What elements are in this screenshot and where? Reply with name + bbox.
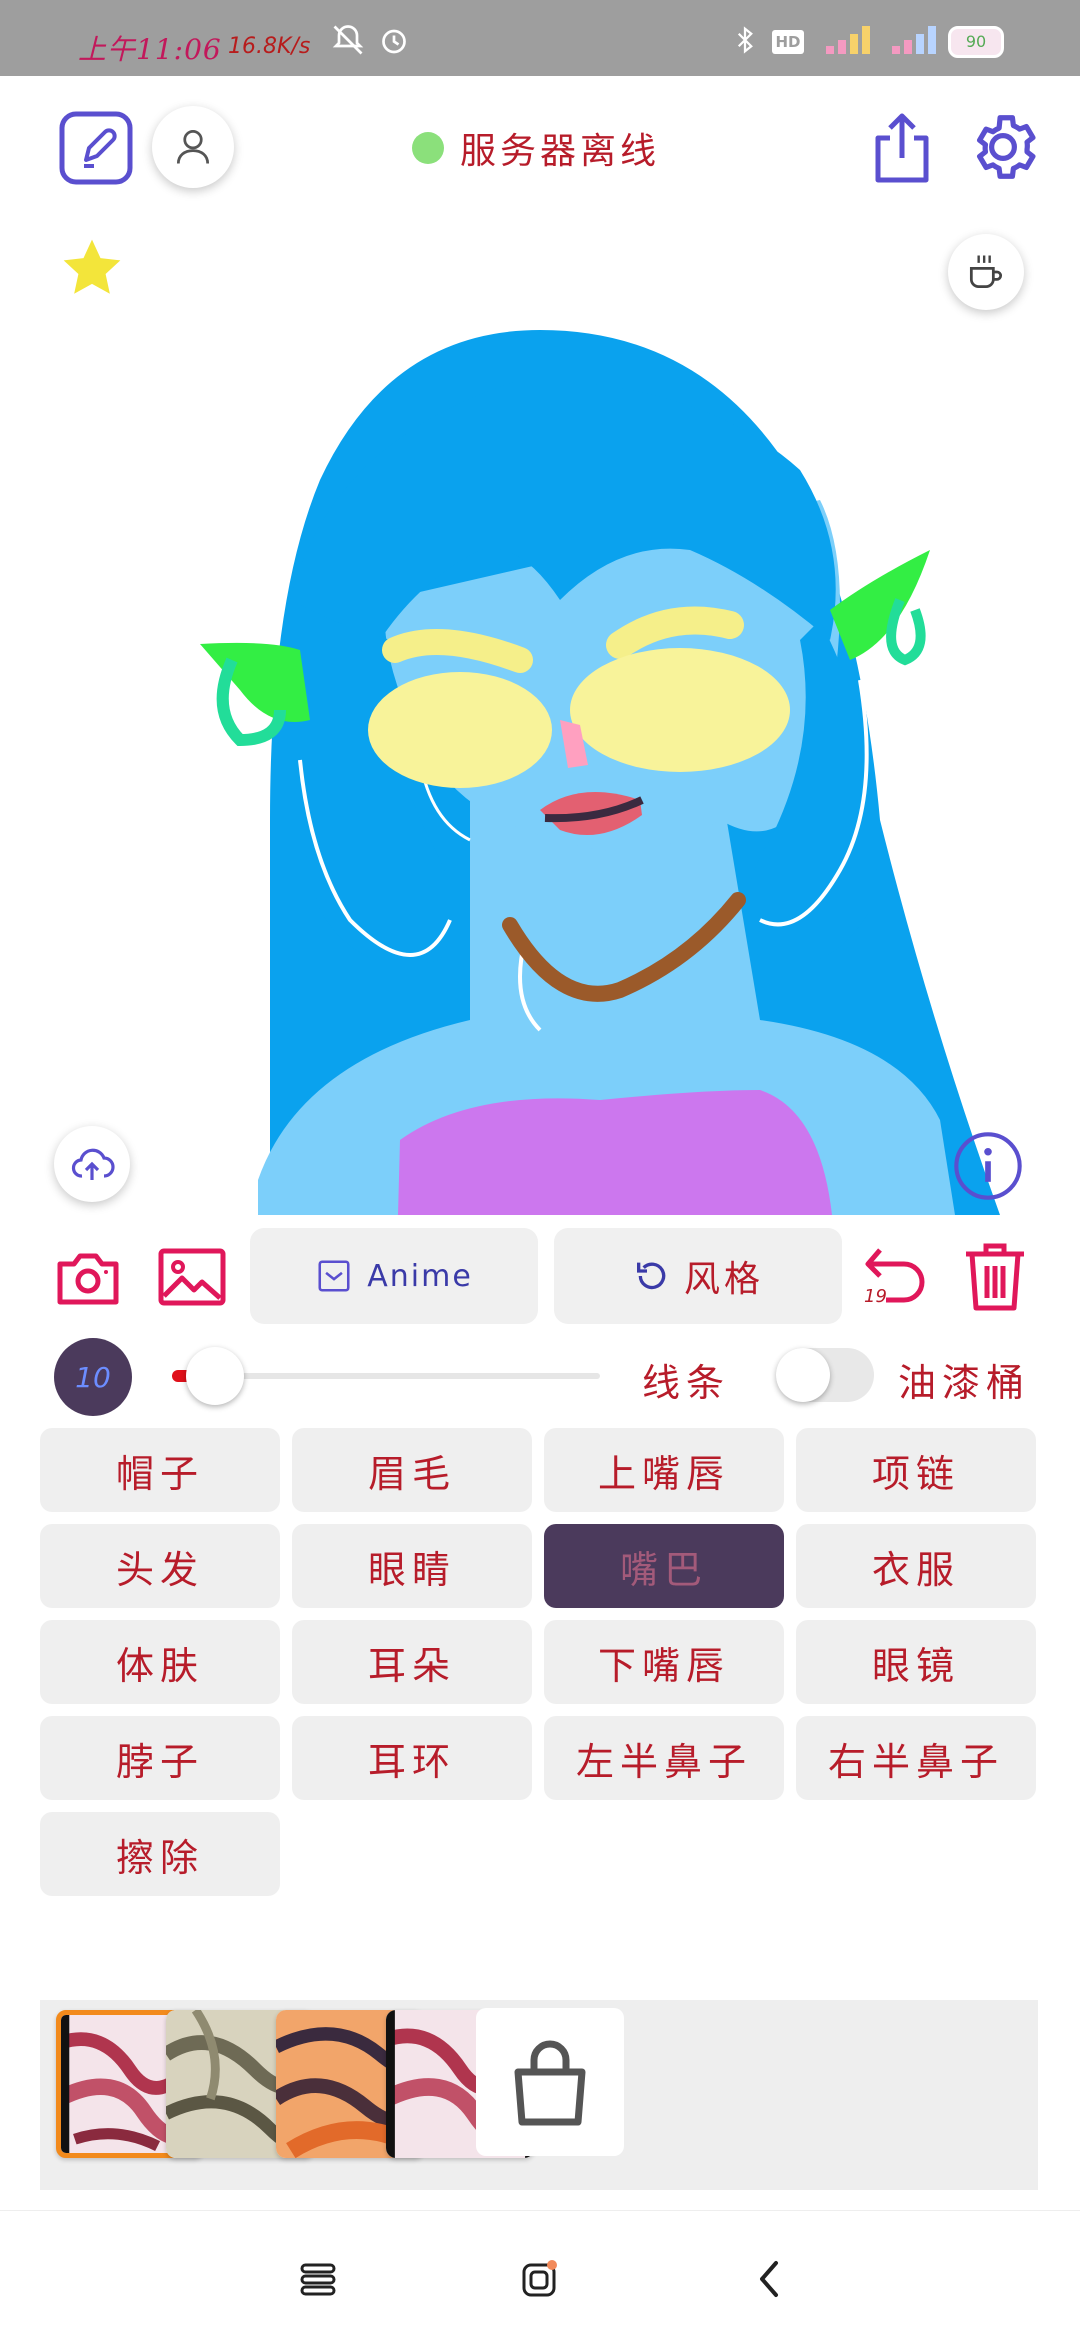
signal-icon xyxy=(826,26,870,54)
part-button[interactable]: 耳朵 xyxy=(292,1620,532,1704)
share-icon xyxy=(875,113,929,183)
part-button[interactable]: 左半鼻子 xyxy=(544,1716,784,1800)
lock-icon xyxy=(514,2040,586,2126)
share-button[interactable] xyxy=(868,108,936,186)
bucket-mode-label: 油漆桶 xyxy=(898,1361,1031,1405)
part-button[interactable]: 眼睛 xyxy=(292,1524,532,1608)
drawing-canvas[interactable] xyxy=(0,220,1080,1215)
camera-button[interactable] xyxy=(56,1248,120,1306)
hd-icon: HD xyxy=(772,30,804,54)
gallery-button[interactable] xyxy=(158,1248,226,1306)
part-button[interactable]: 右半鼻子 xyxy=(796,1716,1036,1800)
part-button[interactable]: 帽子 xyxy=(40,1428,280,1512)
bluetooth-icon xyxy=(737,26,753,54)
bucket-toggle[interactable] xyxy=(776,1348,874,1402)
edit-button[interactable] xyxy=(58,110,134,186)
bell-off-icon xyxy=(332,25,364,55)
part-button[interactable]: 擦除 xyxy=(40,1812,280,1896)
brush-size-indicator: 10 xyxy=(54,1338,132,1416)
locked-textures-button[interactable] xyxy=(476,2008,624,2156)
info-button[interactable] xyxy=(950,1128,1026,1204)
part-selector-grid: 帽子 眉毛 上嘴唇 项链头发 眼睛 嘴巴 衣服体肤 耳朵 下嘴唇 眼镜脖子 耳环 左半鼻子 右半鼻子擦除 xyxy=(40,1428,1040,1896)
user-icon xyxy=(176,130,210,164)
drawing-artwork xyxy=(200,330,1000,1215)
gear-icon xyxy=(977,115,1036,179)
home-icon xyxy=(522,2260,557,2297)
toolbar: Anime 风格 19 xyxy=(0,1226,1080,1326)
anime-button[interactable]: Anime xyxy=(250,1228,538,1324)
part-button[interactable]: 嘴巴 xyxy=(544,1524,784,1608)
alarm-icon xyxy=(382,29,406,54)
back-icon xyxy=(760,2261,778,2297)
server-status: 服务器离线 xyxy=(412,126,660,172)
battery-icon: 90 xyxy=(948,26,1004,58)
part-button[interactable]: 脖子 xyxy=(40,1716,280,1800)
part-button[interactable]: 上嘴唇 xyxy=(544,1428,784,1512)
part-button[interactable]: 衣服 xyxy=(796,1524,1036,1608)
part-button[interactable]: 眉毛 xyxy=(292,1428,532,1512)
status-bar: 上午11:06 16.8K/s HD 90 xyxy=(0,0,1080,76)
battery-level: 90 xyxy=(965,32,987,51)
texture-tray xyxy=(40,2000,1038,2190)
camera-icon xyxy=(57,1253,119,1305)
delete-button[interactable] xyxy=(962,1240,1028,1312)
part-button[interactable]: 下嘴唇 xyxy=(544,1620,784,1704)
anime-label: Anime xyxy=(367,1258,473,1294)
bucket-toggle-knob xyxy=(776,1348,830,1402)
favorite-button[interactable] xyxy=(58,234,126,302)
coffee-button[interactable] xyxy=(948,234,1024,310)
line-mode-label: 线条 xyxy=(642,1361,731,1405)
cloud-upload-icon xyxy=(71,1148,115,1180)
part-button[interactable]: 眼镜 xyxy=(796,1620,1036,1704)
star-icon xyxy=(63,239,121,294)
check-square-icon xyxy=(318,1260,350,1292)
status-dot xyxy=(412,132,444,164)
trash-icon xyxy=(966,1243,1024,1311)
status-time: 上午11:06 xyxy=(78,33,222,66)
menu-icon xyxy=(300,2263,336,2296)
part-button[interactable]: 头发 xyxy=(40,1524,280,1608)
style-label: 风格 xyxy=(683,1259,764,1300)
part-button[interactable]: 项链 xyxy=(796,1428,1036,1512)
coffee-icon xyxy=(969,255,1003,289)
rotate-icon xyxy=(636,1262,666,1290)
brush-size-value: 10 xyxy=(75,1360,111,1394)
nav-home-button[interactable] xyxy=(512,2251,568,2307)
part-button[interactable]: 体肤 xyxy=(40,1620,280,1704)
signal-icon xyxy=(892,26,936,54)
user-button[interactable] xyxy=(152,106,234,188)
info-icon xyxy=(954,1132,1022,1200)
server-status-text: 服务器离线 xyxy=(460,131,661,172)
nav-menu-button[interactable] xyxy=(290,2251,346,2307)
part-button[interactable]: 耳环 xyxy=(292,1716,532,1800)
brush-size-slider-thumb[interactable] xyxy=(185,1347,244,1405)
system-nav-bar xyxy=(0,2210,1080,2340)
upload-button[interactable] xyxy=(54,1126,130,1202)
nav-back-button[interactable] xyxy=(742,2251,798,2307)
net-speed: 16.8K/s xyxy=(228,34,311,59)
image-icon xyxy=(158,1248,226,1306)
settings-button[interactable] xyxy=(964,108,1042,186)
edit-icon xyxy=(59,111,133,185)
undo-count: 19 xyxy=(864,1286,887,1307)
style-button[interactable]: 风格 xyxy=(554,1228,842,1324)
